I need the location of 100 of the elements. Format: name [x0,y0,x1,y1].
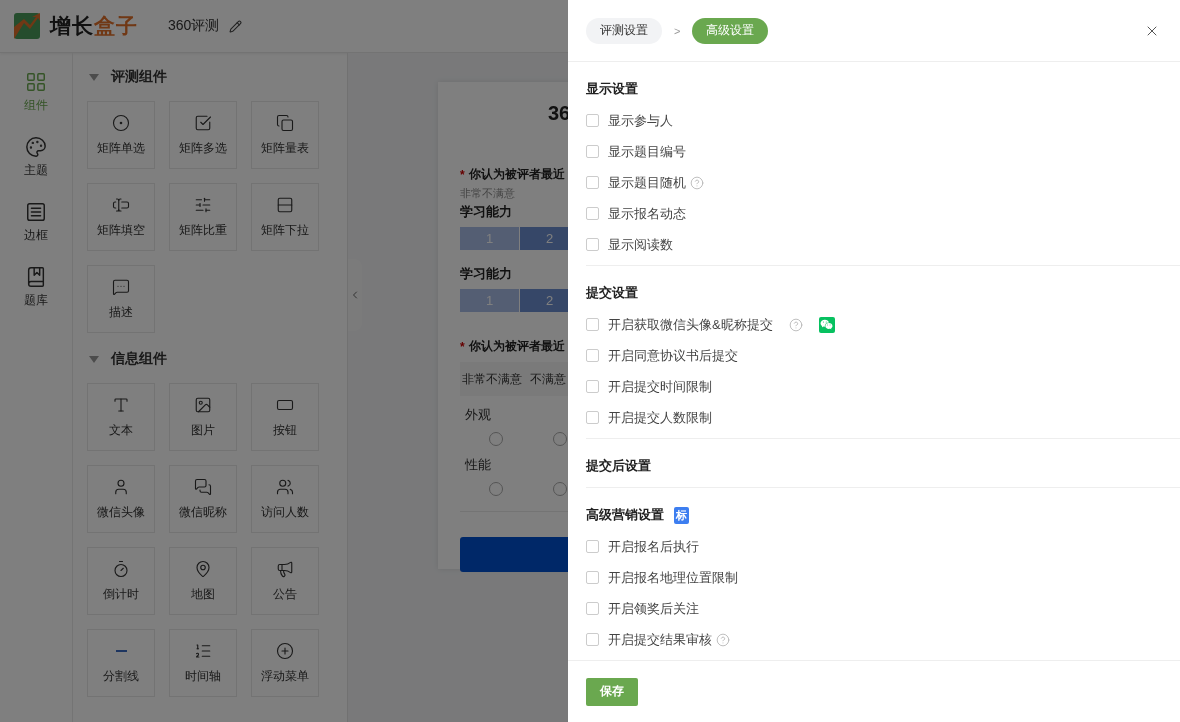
chat-bubbles-icon [194,477,212,496]
widget-label: 矩阵下拉 [261,221,309,239]
rows-icon [276,195,294,214]
widget-card[interactable]: 按钮 [251,383,319,451]
widget-card[interactable]: 矩阵多选 [169,101,237,169]
option-label: 显示阅读数 [608,235,673,254]
checkbox[interactable] [586,411,599,424]
rail-tab[interactable]: 边框 [24,201,48,244]
widget-card[interactable]: 图片 [169,383,237,451]
widget-card[interactable]: 分割线 [87,629,155,697]
option-label: 显示题目编号 [608,142,686,161]
radio-button[interactable] [553,482,567,496]
edit-icon[interactable] [229,19,243,33]
widget-card[interactable]: 浮动菜单 [251,629,319,697]
form-title: 36 [548,102,571,124]
collapse-triangle-icon[interactable] [89,355,99,363]
project-title: 360评测 [168,17,220,35]
widget-label: 公告 [273,585,297,603]
widget-label: 微信昵称 [179,503,227,521]
widget-label: 矩阵多选 [179,139,227,157]
rail-tab[interactable]: 题库 [24,266,48,309]
checkbox[interactable] [586,176,599,189]
checkbox[interactable] [586,349,599,362]
option-label: 开启同意协议书后提交 [608,346,738,365]
widget-card[interactable]: 描述 [87,265,155,333]
checkbox[interactable] [586,145,599,158]
logo-text: 盒子 [94,13,138,39]
question-title: 你认为被评者最近 [468,338,565,355]
widget-card[interactable]: 矩阵单选 [87,101,155,169]
logo-text: 增长 [50,13,94,39]
tag-badge: 标 [674,506,689,524]
rail-tab[interactable]: 主题 [24,136,48,179]
required-asterisk: * [460,339,465,354]
widget-label: 地图 [191,585,215,603]
widget-card[interactable]: 访问人数 [251,465,319,533]
option-label: 开启获取微信头像&昵称提交 [608,315,773,334]
plus-circle-icon [276,641,294,660]
widget-card[interactable]: 时间轴 [169,629,237,697]
users-icon [276,477,294,496]
widget-card[interactable]: 矩阵下拉 [251,183,319,251]
palette-icon [25,136,47,158]
section-title: 提交后设置 [586,457,651,475]
checkbox[interactable] [586,540,599,553]
option-label: 显示参与人 [608,111,673,130]
help-icon[interactable] [690,175,704,190]
option-label: 开启提交人数限制 [608,408,712,427]
widget-card[interactable]: 倒计时 [87,547,155,615]
widget-card[interactable]: 公告 [251,547,319,615]
checkbox[interactable] [586,633,599,646]
option-label: 开启提交时间限制 [608,377,712,396]
checkbox[interactable] [586,238,599,251]
timer-icon [112,559,130,578]
text-input-icon [112,195,130,214]
widget-label: 访问人数 [261,503,309,521]
row-label: 性能 [465,456,491,474]
option-label: 显示报名动态 [608,204,686,223]
checkbox[interactable] [586,114,599,127]
widget-card[interactable]: 地图 [169,547,237,615]
breadcrumb-pill[interactable]: 评测设置 [586,17,662,44]
option-label: 开启报名后执行 [608,537,699,556]
widget-card[interactable]: 文本 [87,383,155,451]
help-icon[interactable] [788,317,803,332]
breadcrumb-pill[interactable]: 高级设置 [692,17,769,44]
widget-label: 描述 [109,303,133,321]
map-pin-icon [194,559,212,578]
widget-label: 文本 [109,421,133,439]
radio-button[interactable] [489,482,503,496]
checkbox[interactable] [586,380,599,393]
widget-label: 分割线 [103,667,139,685]
framed-lines-icon [25,201,47,223]
widget-label: 矩阵单选 [97,139,145,157]
help-icon[interactable] [716,632,730,647]
widget-label: 矩阵比重 [179,221,227,239]
row-label: 学习能力 [460,203,512,221]
question-title: 你认为被评者最近 [468,166,565,183]
column-header: 非常不满意 [462,371,522,387]
image-icon [194,395,212,414]
user-icon [112,477,130,496]
radio-button[interactable] [553,432,567,446]
collapse-triangle-icon[interactable] [89,73,99,81]
widget-card[interactable]: 矩阵比重 [169,183,237,251]
checkbox[interactable] [586,571,599,584]
radio-button[interactable] [489,432,503,446]
widget-label: 矩阵填空 [97,221,145,239]
section-title: 高级营销设置 [586,506,664,524]
widget-label: 时间轴 [185,667,221,685]
chat-icon [112,277,130,296]
checkbox[interactable] [586,602,599,615]
save-button[interactable]: 保存 [586,677,638,706]
widget-card[interactable]: 微信头像 [87,465,155,533]
logo-icon [14,13,40,39]
option-label: 开启提交结果审核 [608,630,712,649]
widget-card[interactable]: 微信昵称 [169,465,237,533]
group-title: 信息组件 [111,350,167,368]
checkbox[interactable] [586,318,599,331]
widget-label: 按钮 [273,421,297,439]
checkbox[interactable] [586,207,599,220]
widget-card[interactable]: 矩阵量表 [251,101,319,169]
book-icon [25,266,47,288]
widget-card[interactable]: 矩阵填空 [87,183,155,251]
